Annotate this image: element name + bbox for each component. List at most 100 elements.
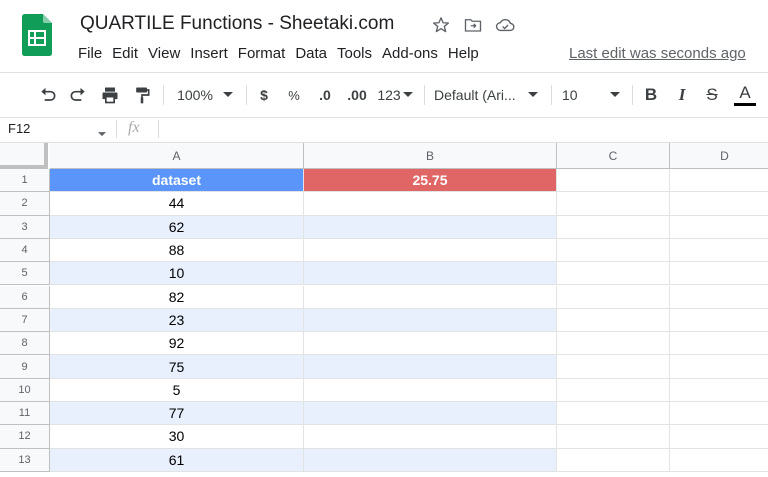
print-icon[interactable] [98, 73, 122, 117]
cell-a9[interactable]: 75 [50, 355, 304, 379]
menu-view[interactable]: View [148, 45, 188, 62]
menu-file[interactable]: File [78, 45, 110, 62]
cell-b3[interactable] [304, 215, 557, 239]
zoom-select[interactable]: 100% [172, 73, 218, 117]
row-header[interactable]: 6 [0, 285, 50, 309]
menu-tools[interactable]: Tools [337, 45, 380, 62]
row-header[interactable]: 5 [0, 262, 50, 286]
font-family-select[interactable]: Default (Ari... [434, 73, 524, 117]
cell-a8[interactable]: 92 [50, 332, 304, 356]
cell-c7[interactable] [557, 308, 670, 333]
row-header[interactable]: 4 [0, 238, 50, 263]
move-folder-icon[interactable] [462, 14, 484, 36]
row-header[interactable]: 8 [0, 332, 50, 356]
cell-d6[interactable] [670, 286, 768, 309]
cell-b4[interactable] [304, 238, 557, 263]
font-size-caret-icon[interactable] [607, 73, 623, 117]
cell-b2[interactable] [304, 192, 557, 216]
cell-d1[interactable] [670, 169, 768, 193]
cell-a7[interactable]: 23 [50, 308, 304, 333]
cell-b11[interactable] [304, 402, 557, 426]
cell-d5[interactable] [670, 262, 768, 286]
column-header-b[interactable]: B [304, 143, 557, 169]
cell-c6[interactable] [557, 285, 670, 309]
cell-c8[interactable] [557, 332, 670, 356]
redo-icon[interactable] [66, 73, 90, 117]
cell-d3[interactable] [670, 216, 768, 239]
cell-c5[interactable] [557, 262, 670, 286]
row-header[interactable]: 3 [0, 215, 50, 239]
row-header[interactable]: 11 [0, 402, 50, 426]
cell-b13[interactable] [304, 448, 557, 472]
cell-b8[interactable] [304, 332, 557, 356]
cell-d8[interactable] [670, 332, 768, 356]
column-header-c[interactable]: C [557, 143, 670, 169]
percent-format-button[interactable]: % [284, 73, 304, 117]
cell-d2[interactable] [670, 192, 768, 216]
cell-a1[interactable]: dataset [50, 169, 304, 193]
menu-insert[interactable]: Insert [190, 45, 236, 62]
cell-c13[interactable] [557, 448, 670, 472]
row-header[interactable]: 2 [0, 192, 50, 216]
cell-c1[interactable] [557, 169, 670, 193]
cell-b6[interactable] [304, 285, 557, 309]
increase-decimal-button[interactable]: .00 [342, 73, 372, 117]
paint-format-icon[interactable] [130, 73, 154, 117]
row-header[interactable]: 1 [0, 169, 50, 193]
row-header[interactable]: 9 [0, 355, 50, 379]
row-header[interactable]: 12 [0, 425, 50, 449]
row-header[interactable]: 7 [0, 308, 50, 333]
cell-d11[interactable] [670, 402, 768, 426]
text-color-button[interactable]: A [733, 73, 757, 117]
cell-a3[interactable]: 62 [50, 215, 304, 239]
cell-d4[interactable] [670, 239, 768, 263]
cell-c12[interactable] [557, 425, 670, 449]
cell-c2[interactable] [557, 192, 670, 216]
cell-d10[interactable] [670, 379, 768, 402]
cell-a2[interactable]: 44 [50, 192, 304, 216]
cell-c9[interactable] [557, 355, 670, 379]
decrease-decimal-button[interactable]: .0 [312, 73, 338, 117]
name-box-caret-icon[interactable] [98, 124, 106, 142]
cell-a12[interactable]: 30 [50, 425, 304, 449]
menu-edit[interactable]: Edit [112, 45, 146, 62]
cloud-saved-icon[interactable] [494, 14, 516, 36]
cell-b7[interactable] [304, 308, 557, 333]
currency-format-button[interactable]: $ [254, 73, 274, 117]
column-header-a[interactable]: A [50, 143, 304, 169]
menu-help[interactable]: Help [448, 45, 487, 62]
font-size-select[interactable]: 10 [562, 73, 586, 117]
font-family-caret-icon[interactable] [525, 73, 541, 117]
cell-b9[interactable] [304, 355, 557, 379]
cell-b1[interactable]: 25.75 [304, 169, 557, 193]
undo-icon[interactable] [36, 73, 60, 117]
cell-a11[interactable]: 77 [50, 402, 304, 426]
cell-c11[interactable] [557, 402, 670, 426]
row-header[interactable]: 13 [0, 448, 50, 472]
sheets-logo-icon[interactable] [22, 14, 52, 56]
cell-d9[interactable] [670, 355, 768, 379]
cell-c4[interactable] [557, 238, 670, 263]
row-header[interactable]: 10 [0, 378, 50, 402]
column-header-d[interactable]: D [670, 143, 768, 169]
cell-b10[interactable] [304, 378, 557, 402]
cell-d12[interactable] [670, 425, 768, 449]
menu-format[interactable]: Format [238, 45, 294, 62]
cell-c3[interactable] [557, 215, 670, 239]
more-formats-caret-icon[interactable] [402, 73, 414, 117]
menu-data[interactable]: Data [295, 45, 335, 62]
cell-a13[interactable]: 61 [50, 448, 304, 472]
document-title[interactable]: QUARTILE Functions - Sheetaki.com [80, 13, 394, 35]
zoom-caret-icon[interactable] [220, 73, 236, 117]
cell-d7[interactable] [670, 309, 768, 333]
cell-a6[interactable]: 82 [50, 285, 304, 309]
menu-add-ons[interactable]: Add-ons [382, 45, 446, 62]
bold-button[interactable]: B [640, 73, 662, 117]
cell-a4[interactable]: 88 [50, 238, 304, 263]
name-box[interactable]: F12 [8, 121, 30, 136]
italic-button[interactable]: I [671, 73, 693, 117]
cell-a5[interactable]: 10 [50, 262, 304, 286]
cell-b12[interactable] [304, 425, 557, 449]
select-all-corner[interactable] [0, 143, 48, 169]
more-formats-button[interactable]: 123 [375, 73, 403, 117]
